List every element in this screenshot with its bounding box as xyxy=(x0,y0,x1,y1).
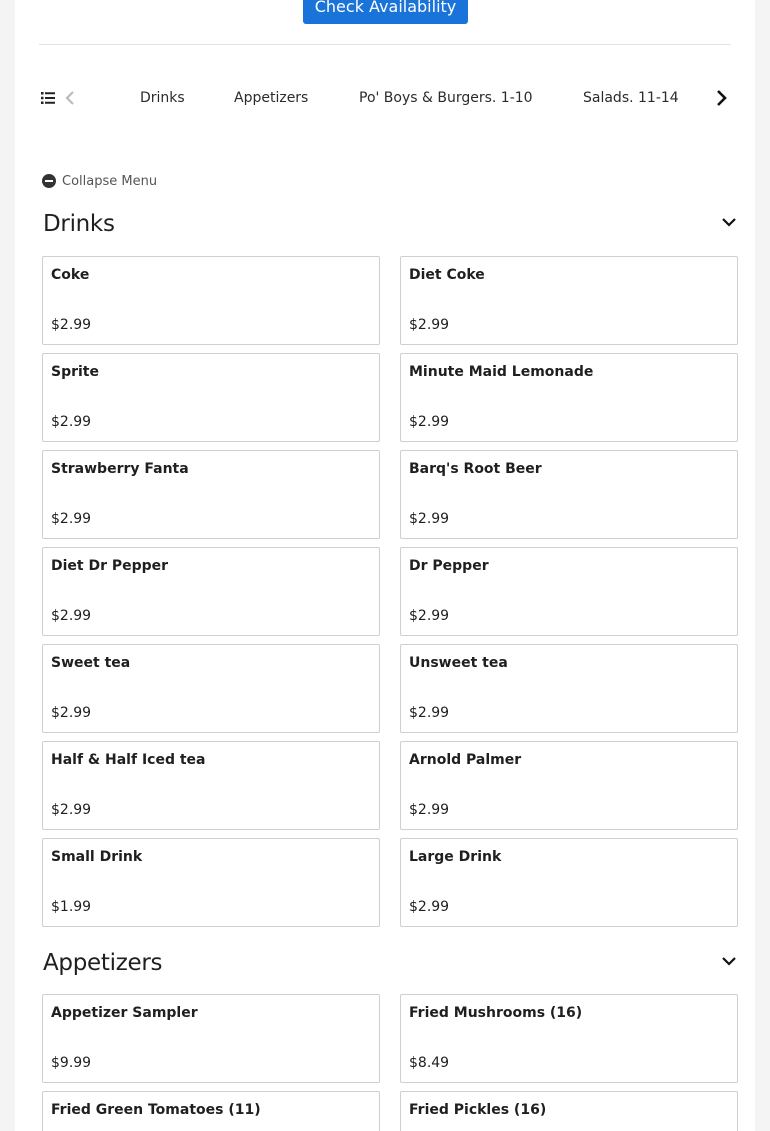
item-name: Coke xyxy=(51,267,90,283)
collapse-menu-label: Collapse Menu xyxy=(62,173,158,189)
menu-item-card[interactable]: Barq's Root Beer $2.99 xyxy=(400,450,738,539)
menu-item-card[interactable]: Dr Pepper $2.99 xyxy=(400,547,738,636)
item-price: $2.99 xyxy=(51,511,92,527)
item-name: Sweet tea xyxy=(51,655,131,671)
item-price: $2.99 xyxy=(51,317,92,333)
item-name: Barq's Root Beer xyxy=(409,461,542,477)
menu-item-card[interactable]: Strawberry Fanta $2.99 xyxy=(42,450,380,539)
minus-circle-icon xyxy=(42,174,56,188)
item-name: Unsweet tea xyxy=(409,655,508,671)
menu-item-card[interactable]: Diet Dr Pepper $2.99 xyxy=(42,547,380,636)
item-price: $2.99 xyxy=(51,802,92,818)
check-availability-button[interactable]: Check Availability xyxy=(303,0,468,24)
menu-item-card[interactable]: Minute Maid Lemonade $2.99 xyxy=(400,353,738,442)
category-nav: Drinks Appetizers Po' Boys & Burgers. 1-… xyxy=(39,80,731,118)
item-name: Fried Green Tomatoes (11) xyxy=(51,1102,261,1118)
item-name: Diet Dr Pepper xyxy=(51,558,169,574)
item-price: $2.99 xyxy=(409,608,450,624)
menu-item-card[interactable]: Diet Coke $2.99 xyxy=(400,256,738,345)
menu-item-card[interactable]: Small Drink $1.99 xyxy=(42,838,380,927)
chevron-right-icon[interactable] xyxy=(713,89,729,107)
item-price: $1.99 xyxy=(51,899,92,915)
section-title: Drinks xyxy=(43,211,115,237)
section-header-appetizers[interactable]: Appetizers xyxy=(43,950,738,980)
item-name: Dr Pepper xyxy=(409,558,489,574)
chevron-down-icon xyxy=(722,957,736,966)
item-price: $2.99 xyxy=(409,317,450,333)
menu-item-card[interactable]: Arnold Palmer $2.99 xyxy=(400,741,738,830)
menu-item-card[interactable]: Fried Mushrooms (16) $8.49 xyxy=(400,994,738,1083)
item-name: Half & Half Iced tea xyxy=(51,752,206,768)
section-header-drinks[interactable]: Drinks xyxy=(43,211,738,241)
menu-item-card[interactable]: Large Drink $2.99 xyxy=(400,838,738,927)
item-name: Diet Coke xyxy=(409,267,485,283)
item-price: $2.99 xyxy=(409,414,450,430)
item-price: $2.99 xyxy=(51,705,92,721)
item-name: Fried Mushrooms (16) xyxy=(409,1005,583,1021)
item-name: Sprite xyxy=(51,364,99,380)
section-title: Appetizers xyxy=(43,950,163,976)
divider xyxy=(39,44,731,45)
item-name: Appetizer Sampler xyxy=(51,1005,198,1021)
item-price: $2.99 xyxy=(409,705,450,721)
menu-item-card[interactable]: Fried Green Tomatoes (11) xyxy=(42,1091,380,1131)
item-price: $2.99 xyxy=(51,414,92,430)
menu-item-card[interactable]: Sweet tea $2.99 xyxy=(42,644,380,733)
item-name: Fried Pickles (16) xyxy=(409,1102,547,1118)
menu-item-card[interactable]: Coke $2.99 xyxy=(42,256,380,345)
item-name: Arnold Palmer xyxy=(409,752,522,768)
chevron-left-icon[interactable] xyxy=(63,90,77,106)
chevron-down-icon xyxy=(722,218,736,227)
item-name: Large Drink xyxy=(409,849,502,865)
item-price: $2.99 xyxy=(51,608,92,624)
list-icon[interactable] xyxy=(41,91,55,105)
menu-item-card[interactable]: Unsweet tea $2.99 xyxy=(400,644,738,733)
tab-drinks[interactable]: Drinks xyxy=(140,90,185,106)
menu-item-card[interactable]: Half & Half Iced tea $2.99 xyxy=(42,741,380,830)
item-price: $2.99 xyxy=(409,511,450,527)
item-price: $2.99 xyxy=(409,899,450,915)
menu-item-card[interactable]: Sprite $2.99 xyxy=(42,353,380,442)
item-price: $8.49 xyxy=(409,1055,450,1071)
item-name: Strawberry Fanta xyxy=(51,461,189,477)
menu-item-card[interactable]: Fried Pickles (16) xyxy=(400,1091,738,1131)
menu-page: Check Availability Drinks Appetizers Po'… xyxy=(15,0,755,1131)
item-price: $2.99 xyxy=(409,802,450,818)
item-name: Minute Maid Lemonade xyxy=(409,364,594,380)
tab-salads[interactable]: Salads. 11-14 xyxy=(583,90,679,106)
tab-appetizers[interactable]: Appetizers xyxy=(234,90,308,106)
collapse-menu-button[interactable]: Collapse Menu xyxy=(42,172,157,190)
tab-po-boys-burgers[interactable]: Po' Boys & Burgers. 1-10 xyxy=(359,90,533,106)
menu-item-card[interactable]: Appetizer Sampler $9.99 xyxy=(42,994,380,1083)
item-name: Small Drink xyxy=(51,849,143,865)
item-price: $9.99 xyxy=(51,1055,92,1071)
